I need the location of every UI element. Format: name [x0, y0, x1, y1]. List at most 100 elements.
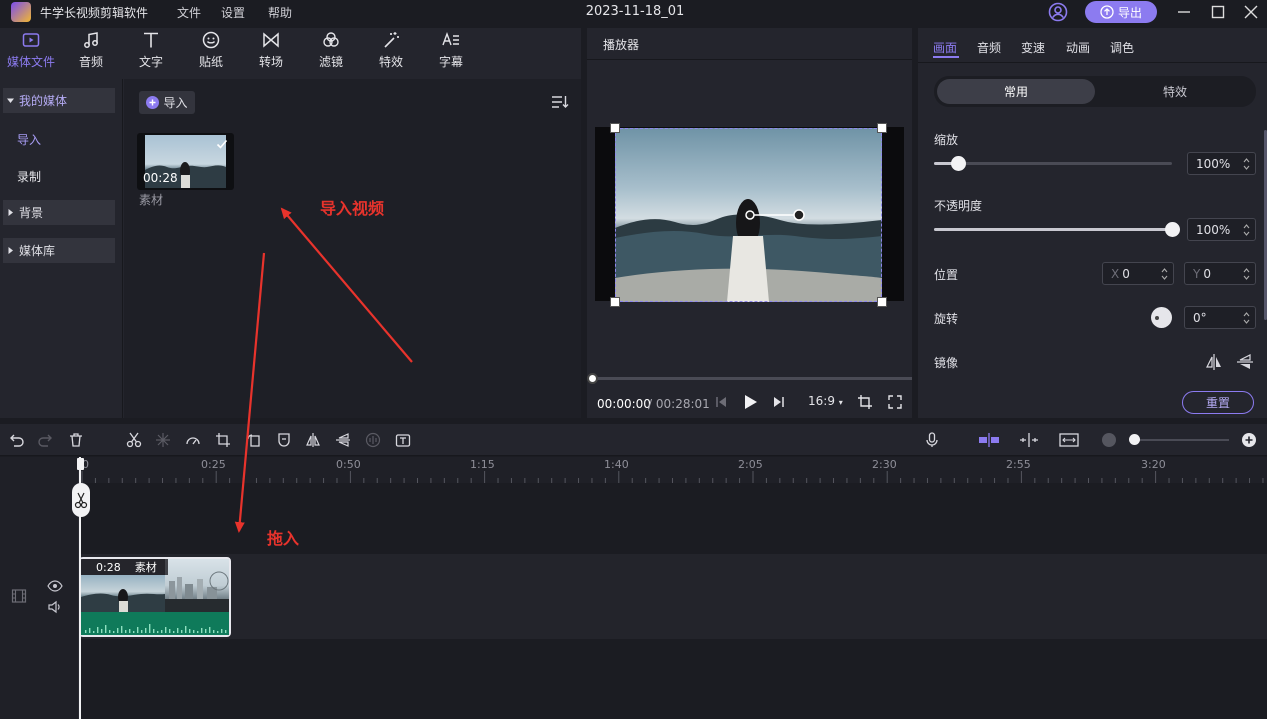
rotate-handle[interactable]: [744, 209, 806, 221]
media-icon: [22, 33, 40, 47]
waveform-bar: [157, 631, 159, 633]
position-x-input[interactable]: X0: [1102, 262, 1174, 285]
waveform-bar: [101, 629, 103, 633]
waveform-bar: [177, 628, 179, 633]
mirror-v-icon[interactable]: [335, 432, 351, 448]
scale-slider-knob[interactable]: [951, 156, 966, 171]
fullscreen-icon[interactable]: [887, 394, 903, 410]
audio-detach-icon[interactable]: [365, 432, 381, 448]
tab-prop-audio[interactable]: 音频: [977, 39, 1001, 56]
waveform-bar: [161, 630, 163, 633]
total-time: / 00:28:01: [648, 397, 710, 411]
split-track-icon[interactable]: [1018, 432, 1040, 448]
playback-progress-knob[interactable]: [587, 373, 598, 384]
rotate-dial[interactable]: [1151, 307, 1172, 328]
tab-animation[interactable]: 动画: [1066, 39, 1090, 56]
clip-frame: [165, 559, 229, 612]
account-icon[interactable]: [1048, 2, 1068, 22]
mask-icon[interactable]: [276, 432, 292, 448]
tab-effects-label: 特效: [378, 55, 403, 69]
flip-vertical-icon[interactable]: [1236, 353, 1254, 371]
tab-speed[interactable]: 变速: [1021, 39, 1045, 56]
tab-transition[interactable]: 转场: [243, 30, 299, 74]
tree-record[interactable]: 录制: [17, 168, 41, 185]
magic-wand-icon: [384, 32, 399, 48]
tab-picture[interactable]: 画面: [933, 39, 957, 56]
tab-audio[interactable]: 音频: [63, 30, 119, 74]
scale-slider-track[interactable]: [934, 162, 1172, 165]
crop-icon[interactable]: [857, 394, 873, 410]
scissors-icon[interactable]: [126, 432, 142, 448]
playback-progress-track[interactable]: [593, 377, 912, 380]
close-icon[interactable]: [1241, 2, 1261, 22]
resize-handle-top-left[interactable]: [610, 123, 620, 133]
zoom-out-icon[interactable]: [1102, 433, 1116, 447]
position-y-input[interactable]: Y0: [1184, 262, 1256, 285]
menu-file[interactable]: 文件: [177, 4, 201, 21]
tab-color[interactable]: 调色: [1110, 39, 1134, 56]
add-text-icon[interactable]: [395, 432, 411, 448]
tree-background-label: 背景: [19, 206, 44, 220]
tree-import[interactable]: 导入: [17, 131, 41, 148]
fit-timeline-icon[interactable]: [1059, 432, 1079, 448]
freeze-icon[interactable]: [155, 432, 171, 448]
scale-input[interactable]: 100%: [1187, 152, 1256, 175]
waveform-bar: [189, 629, 191, 633]
rotate-tool-icon[interactable]: [246, 432, 262, 448]
resize-handle-bottom-right[interactable]: [877, 297, 887, 307]
minimize-icon[interactable]: [1174, 2, 1194, 22]
zoom-slider-knob[interactable]: [1129, 434, 1140, 445]
tab-media[interactable]: 媒体文件: [3, 30, 59, 74]
split-scissors-handle[interactable]: [72, 483, 90, 517]
app-logo-icon: [11, 2, 31, 22]
playhead-cap[interactable]: [77, 458, 84, 470]
reset-button[interactable]: 重置: [1182, 391, 1254, 414]
menu-settings[interactable]: 设置: [221, 4, 245, 21]
tab-filter[interactable]: 滤镜: [303, 30, 359, 74]
waveform-bar: [181, 630, 183, 633]
snap-icon[interactable]: [978, 432, 1000, 448]
segment-common[interactable]: 常用: [937, 79, 1095, 104]
sort-icon[interactable]: [551, 94, 569, 110]
segment-effects[interactable]: 特效: [1097, 79, 1253, 104]
tab-subtitle[interactable]: 字幕: [423, 30, 479, 74]
next-frame-icon[interactable]: [771, 394, 787, 410]
aspect-ratio-select[interactable]: 16:9 ▾: [808, 394, 843, 408]
rotate-input[interactable]: 0°: [1184, 306, 1256, 329]
delete-icon[interactable]: [68, 432, 84, 448]
maximize-icon[interactable]: [1208, 2, 1228, 22]
prev-frame-icon[interactable]: [713, 394, 729, 410]
crop-tool-icon[interactable]: [215, 432, 231, 448]
tab-effects[interactable]: 特效: [363, 30, 419, 74]
tree-background[interactable]: 背景: [3, 200, 115, 225]
mirror-h-icon[interactable]: [305, 432, 321, 448]
zoom-in-icon[interactable]: [1241, 432, 1257, 448]
tree-my-media[interactable]: 我的媒体: [3, 88, 115, 113]
speed-icon[interactable]: [185, 432, 201, 448]
zoom-slider-track[interactable]: [1134, 439, 1229, 441]
aspect-ratio-value: 16:9: [808, 394, 835, 408]
microphone-icon[interactable]: [924, 432, 940, 448]
eye-icon[interactable]: [47, 579, 63, 593]
time-ruler[interactable]: [80, 457, 1267, 483]
import-button[interactable]: 导入: [139, 91, 195, 114]
redo-icon[interactable]: [38, 432, 54, 448]
resize-handle-bottom-left[interactable]: [610, 297, 620, 307]
speaker-icon[interactable]: [47, 600, 63, 614]
menu-help[interactable]: 帮助: [268, 4, 292, 21]
caret-right-icon: [8, 209, 13, 216]
opacity-slider-fill: [934, 228, 1172, 231]
opacity-slider-knob[interactable]: [1165, 222, 1180, 237]
opacity-input[interactable]: 100%: [1187, 218, 1256, 241]
waveform-bar: [97, 627, 99, 633]
tree-library[interactable]: 媒体库: [3, 238, 115, 263]
undo-icon[interactable]: [8, 432, 24, 448]
play-icon[interactable]: [741, 393, 759, 411]
tab-text[interactable]: 文字: [123, 30, 179, 74]
flip-horizontal-icon[interactable]: [1205, 353, 1223, 371]
export-button[interactable]: 导出: [1085, 1, 1157, 23]
stepper-icon: [1243, 268, 1250, 280]
tab-sticker[interactable]: 贴纸: [183, 30, 239, 74]
video-track[interactable]: [80, 554, 1267, 639]
resize-handle-top-right[interactable]: [877, 123, 887, 133]
